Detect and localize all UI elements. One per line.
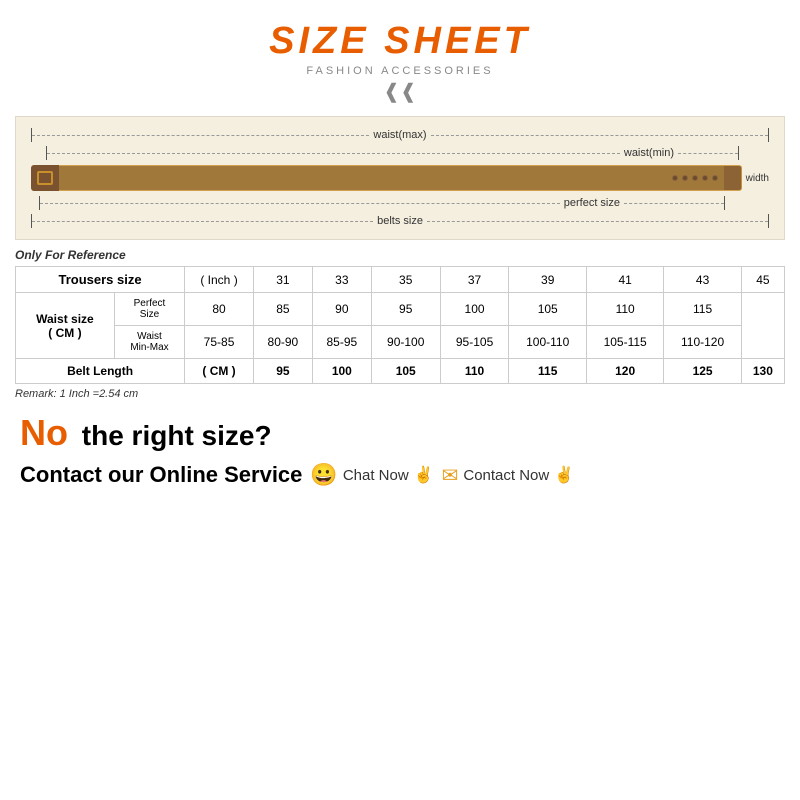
wm-31: 75-85 xyxy=(185,326,254,359)
no-size-text: the right size? xyxy=(74,420,272,451)
ps-31: 80 xyxy=(185,293,254,326)
contact-now-button[interactable]: ✉ Contact Now ✌ xyxy=(442,463,575,488)
wm-33: 80-90 xyxy=(253,326,312,359)
chat-now-button[interactable]: 😀 Chat Now ✌ xyxy=(310,462,433,488)
col-45: 45 xyxy=(741,267,784,293)
bl-37: 110 xyxy=(440,359,509,384)
bl-39: 115 xyxy=(509,359,586,384)
perfect-size-row: Waist size( CM ) PerfectSize 80 85 90 95… xyxy=(16,293,785,326)
belt-length-unit: ( CM ) xyxy=(185,359,254,384)
bl-33: 100 xyxy=(312,359,371,384)
ps-39: 100 xyxy=(440,293,509,326)
remark-text: Remark: 1 Inch =2.54 cm xyxy=(15,388,785,400)
ps-45: 115 xyxy=(664,293,741,326)
belts-size-label: belts size xyxy=(377,215,423,227)
bl-45: 130 xyxy=(741,359,784,384)
ps-33: 85 xyxy=(253,293,312,326)
belt-length-label: Belt Length xyxy=(16,359,185,384)
bl-35: 105 xyxy=(371,359,440,384)
waist-max-label: waist(max) xyxy=(373,129,426,141)
reference-text: Only For Reference xyxy=(15,248,785,262)
ps-37: 95 xyxy=(371,293,440,326)
contact-our-text: Contact our Online Service xyxy=(20,462,302,488)
width-label: width xyxy=(746,173,769,184)
wm-35: 85-95 xyxy=(312,326,371,359)
chat-now-label: Chat Now xyxy=(343,467,409,484)
wm-43: 105-115 xyxy=(586,326,663,359)
col-33: 33 xyxy=(312,267,371,293)
waist-minmax-row: WaistMin-Max 75-85 80-90 85-95 90-100 95… xyxy=(16,326,785,359)
no-right-size-heading: No the right size? xyxy=(20,412,780,454)
bl-31: 95 xyxy=(253,359,312,384)
table-header-row: Trousers size ( Inch ) 31 33 35 37 39 41… xyxy=(16,267,785,293)
wm-41: 100-110 xyxy=(509,326,586,359)
wm-45: 110-120 xyxy=(664,326,741,359)
waist-minmax-sublabel: WaistMin-Max xyxy=(114,326,184,359)
perfect-size-sublabel: PerfectSize xyxy=(114,293,184,326)
chevrons-icon: ❰❰ xyxy=(15,79,785,104)
waist-min-label: waist(min) xyxy=(624,147,674,159)
perfect-size-label: perfect size xyxy=(564,197,620,209)
ps-43: 110 xyxy=(586,293,663,326)
envelope-icon: ✉ xyxy=(442,463,459,488)
ps-41: 105 xyxy=(509,293,586,326)
waist-size-label: Waist size( CM ) xyxy=(16,293,115,359)
subtitle: FASHION ACCESSORIES xyxy=(15,65,785,77)
col-39: 39 xyxy=(509,267,586,293)
trousers-size-header: Trousers size xyxy=(16,267,185,293)
main-title: SIZE SHEET xyxy=(15,20,785,63)
hand-icon-2: ✌ xyxy=(554,465,574,485)
belt-length-row: Belt Length ( CM ) 95 100 105 110 115 12… xyxy=(16,359,785,384)
contact-now-label: Contact Now xyxy=(463,467,549,484)
inch-header: ( Inch ) xyxy=(185,267,254,293)
chat-icon: 😀 xyxy=(310,462,337,488)
col-43: 43 xyxy=(664,267,741,293)
hand-icon: ✌ xyxy=(414,465,434,485)
col-37: 37 xyxy=(440,267,509,293)
col-41: 41 xyxy=(586,267,663,293)
bl-43: 125 xyxy=(664,359,741,384)
size-table: Trousers size ( Inch ) 31 33 35 37 39 41… xyxy=(15,266,785,384)
wm-37: 90-100 xyxy=(371,326,440,359)
contact-line: Contact our Online Service 😀 Chat Now ✌ … xyxy=(20,462,780,488)
col-35: 35 xyxy=(371,267,440,293)
col-31: 31 xyxy=(253,267,312,293)
ps-35: 90 xyxy=(312,293,371,326)
belt-diagram: waist(max) waist(min) xyxy=(15,116,785,240)
wm-39: 95-105 xyxy=(440,326,509,359)
no-label: No xyxy=(20,412,68,453)
bl-41: 120 xyxy=(586,359,663,384)
no-size-section: No the right size? Contact our Online Se… xyxy=(15,412,785,488)
